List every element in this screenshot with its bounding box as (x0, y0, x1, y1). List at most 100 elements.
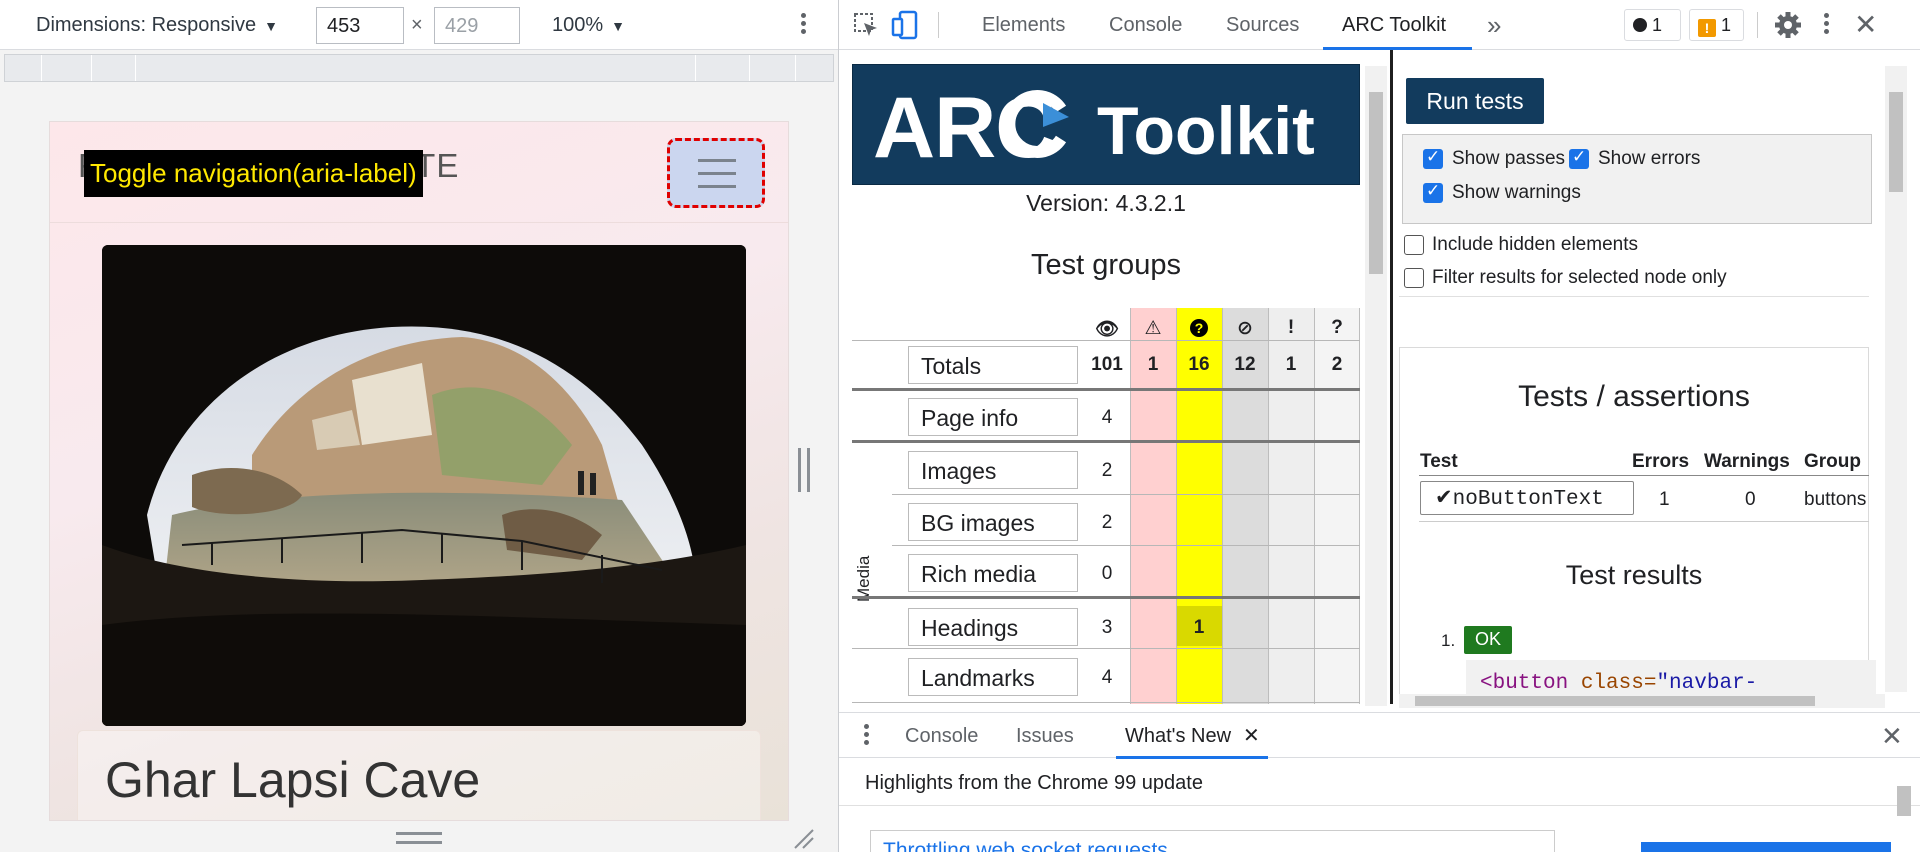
navbar-toggle-button[interactable] (667, 138, 765, 208)
resize-handle-right[interactable] (798, 448, 810, 492)
totals-errors: 1 (1147, 354, 1159, 375)
drawer-tab-console[interactable]: Console (905, 725, 978, 748)
tab-sources[interactable]: Sources (1226, 14, 1299, 37)
arc-results-panel: Run tests Show passes Show errors Show w… (1399, 50, 1879, 704)
show-warnings-checkbox[interactable] (1423, 181, 1443, 203)
code-value: "navbar- (1656, 672, 1758, 695)
result-number: 1. (1441, 631, 1456, 650)
warning-bang-icon: ! (1287, 317, 1295, 338)
unknown-question-icon: ? (1331, 317, 1343, 338)
logo-c-mark-icon (1003, 90, 1069, 158)
group-totals[interactable]: Totals (908, 346, 1078, 384)
device-toolbar: Dimensions: Responsive ▼ 453 × 429 100% ▼ (0, 0, 838, 50)
devtools-menu-icon[interactable] (1819, 10, 1833, 37)
groups-scrollbar[interactable] (1365, 66, 1387, 706)
hidden-eye-icon: ⊘ (1237, 318, 1253, 339)
totals-hidden: 12 (1234, 354, 1256, 375)
close-tab-icon[interactable]: ✕ (1243, 723, 1260, 748)
results-scrollbar[interactable] (1885, 66, 1907, 692)
device-pane: Dimensions: Responsive ▼ 453 × 429 100% ▼ … (0, 0, 838, 852)
width-input[interactable]: 453 (316, 7, 404, 44)
images-count: 2 (1101, 460, 1113, 481)
more-options-icon[interactable] (796, 10, 810, 40)
test-warnings: 0 (1745, 489, 1756, 510)
news-link[interactable]: Throttling web socket requests (883, 839, 1168, 852)
drawer-active-indicator (1116, 756, 1268, 759)
col-group: Group (1804, 451, 1861, 472)
include-hidden-checkbox[interactable] (1404, 235, 1424, 255)
test-errors: 1 (1659, 489, 1670, 510)
test-results-heading: Test results (1565, 560, 1703, 590)
cave-photo (102, 245, 746, 726)
error-counter[interactable]: 1 (1624, 9, 1681, 41)
whats-new-highlight: Highlights from the Chrome 99 update (865, 772, 1203, 794)
group-rich-media[interactable]: Rich media (908, 554, 1078, 592)
run-tests-button[interactable]: Run tests (1406, 78, 1544, 124)
headings-count: 3 (1101, 617, 1113, 638)
group-headings[interactable]: Headings (908, 608, 1078, 646)
totals-warnings: 1 (1285, 354, 1297, 375)
tab-console[interactable]: Console (1109, 14, 1182, 37)
error-dot-icon (1633, 18, 1647, 32)
emulated-viewport: FTE Toggle navigation(aria-label) (49, 121, 789, 821)
arc-column-divider[interactable] (1390, 50, 1393, 704)
test-name: noButtonText (1452, 488, 1604, 511)
test-no-button-text-button[interactable]: ✔noButtonText (1420, 481, 1634, 515)
close-devtools-icon[interactable]: ✕ (1854, 8, 1877, 41)
checkmark-icon: ✔ (1435, 485, 1453, 509)
group-bg-images[interactable]: BG images (908, 503, 1078, 541)
assertions-heading: Tests / assertions (1518, 380, 1750, 413)
result-filter-box: Show passes Show errors Show warnings (1402, 134, 1872, 224)
warning-counter[interactable]: ! 1 (1689, 9, 1744, 41)
devtools-toolbar: Elements Console Sources ARC Toolkit » 1… (839, 0, 1920, 50)
test-group: buttons (1804, 489, 1867, 510)
arc-toolkit-logo: ARC Toolkit (852, 64, 1360, 185)
news-card: Throttling web socket requests (870, 830, 1555, 852)
code-tag: <button (1480, 672, 1569, 695)
zoom-dropdown[interactable]: 100% ▼ (552, 14, 625, 37)
times-sign: × (411, 14, 423, 36)
group-page-info[interactable]: Page info (908, 398, 1078, 436)
article-card: Ghar Lapsi Cave (77, 730, 761, 820)
settings-gear-icon[interactable] (1774, 11, 1802, 39)
resize-corner-icon[interactable] (793, 828, 815, 850)
col-warnings: Warnings (1704, 451, 1790, 472)
drawer-menu-icon[interactable] (859, 721, 873, 748)
group-images[interactable]: Images (908, 451, 1078, 489)
filter-selected-checkbox[interactable] (1404, 268, 1424, 288)
warning-icon: ! (1698, 19, 1716, 37)
alert-question-glyph: ? (1190, 319, 1208, 337)
landmarks-count: 4 (1101, 667, 1113, 688)
height-input[interactable]: 429 (434, 7, 520, 44)
drawer-tab-whats-new[interactable]: What's New (1125, 725, 1231, 748)
totals-unknown: 2 (1331, 354, 1343, 375)
resize-handle-bottom[interactable] (396, 832, 442, 844)
dimensions-dropdown[interactable]: Dimensions: Responsive ▼ (36, 14, 278, 37)
logo-toolkit-text: Toolkit (1097, 93, 1315, 169)
show-passes-label: Show passes (1452, 148, 1566, 169)
results-hscrollbar[interactable] (1399, 694, 1885, 708)
dropdown-arrow-icon: ▼ (264, 18, 278, 34)
cave-image (102, 245, 746, 726)
site-navbar: FTE Toggle navigation(aria-label) (50, 122, 788, 223)
news-thumbnail (1641, 842, 1891, 852)
tab-elements[interactable]: Elements (982, 14, 1065, 37)
inspect-element-icon[interactable] (853, 12, 879, 38)
show-passes-checkbox[interactable] (1423, 147, 1443, 169)
media-query-ruler[interactable] (4, 54, 834, 82)
totals-alerts: 16 (1188, 354, 1210, 375)
version-label: Version: 4.3.2.1 (1026, 190, 1186, 216)
card-title: Ghar Lapsi Cave (105, 752, 481, 808)
drawer-tab-issues[interactable]: Issues (1016, 725, 1074, 748)
filter-selected-label: Filter results for selected node only (1432, 267, 1727, 288)
more-tabs-icon[interactable]: » (1487, 10, 1501, 41)
warning-count: 1 (1721, 15, 1732, 35)
bg-images-count: 2 (1101, 512, 1113, 533)
show-errors-checkbox[interactable] (1569, 147, 1589, 169)
test-groups-grid: 👁 ⚠ ? ⊘ ! ? Totals 101 1 16 12 1 2 Page … (852, 308, 1360, 704)
tab-arc-toolkit[interactable]: ARC Toolkit (1342, 14, 1446, 37)
group-landmarks[interactable]: Landmarks (908, 658, 1078, 696)
device-toolbar-icon[interactable] (891, 10, 919, 40)
test-groups-heading: Test groups (1031, 249, 1181, 281)
close-drawer-icon[interactable]: ✕ (1881, 721, 1903, 752)
